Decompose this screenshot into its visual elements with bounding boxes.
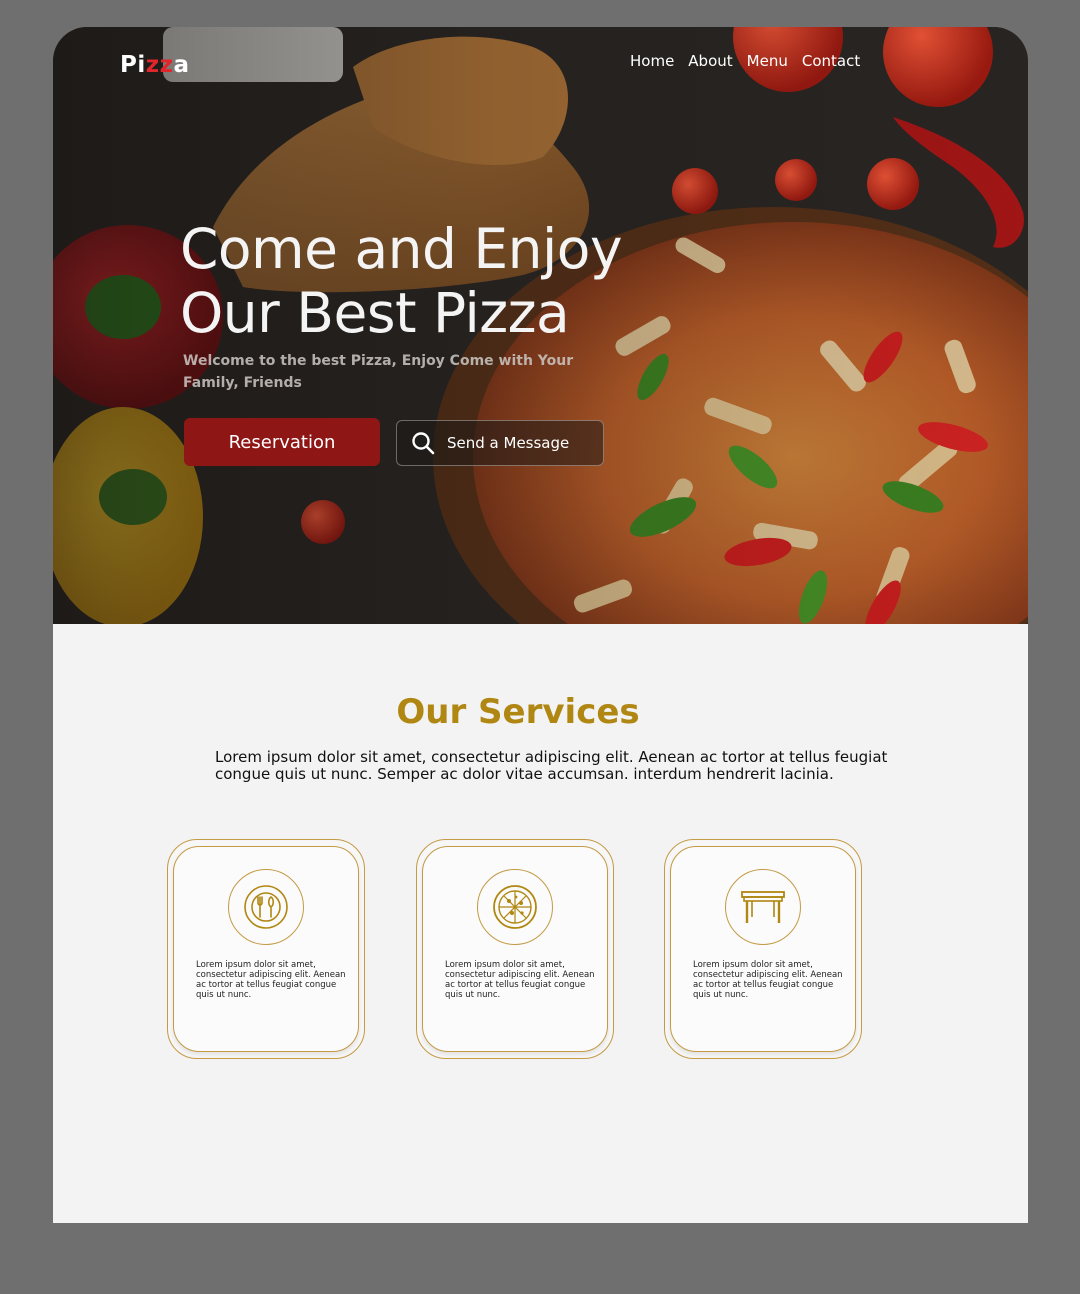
service-card-text: Lorem ipsum dolor sit amet, consectetur … bbox=[693, 960, 843, 1000]
search-icon bbox=[412, 432, 435, 455]
main-nav: Home About Menu Contact bbox=[630, 52, 874, 70]
service-card-inner: Lorem ipsum dolor sit amet, consectetur … bbox=[670, 846, 856, 1052]
services-title: Our Services bbox=[396, 692, 640, 732]
nav-contact[interactable]: Contact bbox=[802, 52, 860, 70]
service-card-inner: Lorem ipsum dolor sit amet, consectetur … bbox=[422, 846, 608, 1052]
hero-subtitle: Welcome to the best Pizza, Enjoy Come wi… bbox=[183, 353, 574, 391]
page-frame: Pizza Home About Menu Contact Come and E… bbox=[53, 27, 1028, 1223]
service-card-dining[interactable]: Lorem ipsum dolor sit amet, consectetur … bbox=[167, 839, 365, 1059]
plate-cutlery-icon bbox=[228, 869, 304, 945]
service-card-pizza[interactable]: Lorem ipsum dolor sit amet, consectetur … bbox=[416, 839, 614, 1059]
send-message-label: Send a Message bbox=[447, 434, 570, 452]
service-card-table[interactable]: Lorem ipsum dolor sit amet, consectetur … bbox=[664, 839, 862, 1059]
hero-title-line2: Our Best Pizza bbox=[180, 281, 570, 345]
services-description: Lorem ipsum dolor sit amet, consectetur … bbox=[215, 748, 888, 783]
hero-title: Come and Enjoy Our Best Pizza bbox=[180, 217, 740, 345]
reservation-button[interactable]: Reservation bbox=[184, 418, 380, 466]
send-message-button[interactable]: Send a Message bbox=[396, 420, 604, 466]
hero-title-line1: Come and Enjoy bbox=[180, 217, 623, 281]
nav-about[interactable]: About bbox=[688, 52, 732, 70]
brand-logo[interactable]: Pizza bbox=[120, 52, 190, 78]
table-icon bbox=[725, 869, 801, 945]
pizza-icon bbox=[477, 869, 553, 945]
service-card-inner: Lorem ipsum dolor sit amet, consectetur … bbox=[173, 846, 359, 1052]
hero-section: Pizza Home About Menu Contact Come and E… bbox=[53, 27, 1028, 624]
nav-menu[interactable]: Menu bbox=[747, 52, 788, 70]
nav-home[interactable]: Home bbox=[630, 52, 674, 70]
service-card-text: Lorem ipsum dolor sit amet, consectetur … bbox=[196, 960, 346, 1000]
service-card-text: Lorem ipsum dolor sit amet, consectetur … bbox=[445, 960, 595, 1000]
